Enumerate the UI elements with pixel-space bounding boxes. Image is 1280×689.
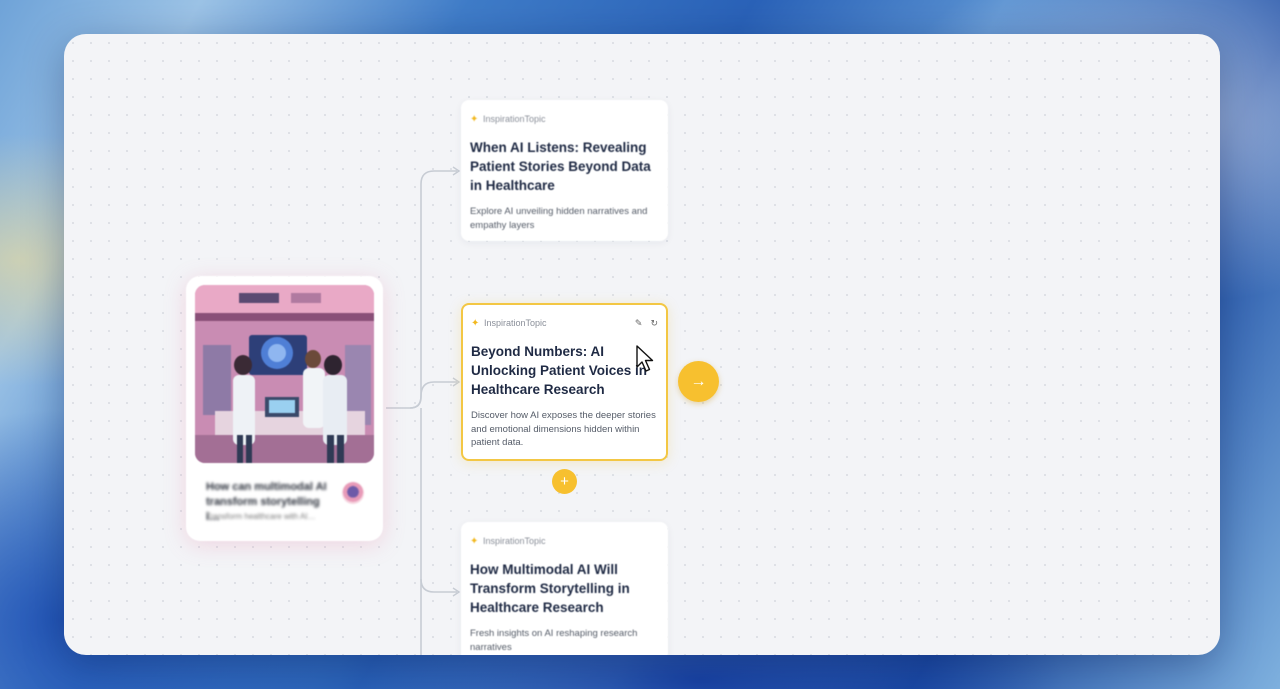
card-tag: ✦ InspirationTopic — [470, 534, 659, 548]
mouse-pointer-icon — [636, 345, 654, 372]
card-title: How Multimodal AI Will Transform Storyte… — [470, 562, 630, 615]
card-title: Beyond Numbers: AI Unlocking Patient Voi… — [471, 344, 648, 397]
next-arrow-button[interactable]: → — [678, 361, 719, 402]
card-tag: ✦ InspirationTopic ✎ ↻ — [471, 316, 658, 330]
refresh-icon[interactable]: ↻ — [650, 318, 658, 329]
card-tag-label: InspirationTopic — [483, 536, 546, 546]
connector-to-topic-3 — [420, 408, 457, 593]
topic-card-2[interactable]: ✦ InspirationTopic ✎ ↻ Beyond Numbers: A… — [461, 303, 668, 461]
connector-to-topic-2 — [409, 381, 457, 409]
card-description: Fresh insights on AI reshaping research … — [470, 628, 638, 653]
mindmap-canvas[interactable]: How can multimodal AI transform storytel… — [64, 34, 1220, 655]
edit-icon[interactable]: ✎ — [635, 318, 643, 329]
source-card[interactable]: How can multimodal AI transform storytel… — [186, 276, 383, 541]
arrow-right-icon: → — [690, 372, 707, 390]
source-illustration — [195, 285, 374, 463]
card-description: Discover how AI exposes the deeper stori… — [471, 410, 656, 448]
card-tag-label: InspirationTopic — [484, 318, 547, 328]
card-tag-label: InspirationTopic — [483, 114, 546, 124]
sparkle-icon: ✦ — [470, 535, 479, 547]
connector-trunk — [386, 170, 457, 409]
card-description: Explore AI unveiling hidden narratives a… — [470, 206, 648, 231]
card-tag: ✦ InspirationTopic — [470, 112, 659, 126]
sparkle-icon: ✦ — [470, 113, 479, 125]
card-title: When AI Listens: Revealing Patient Stori… — [470, 140, 651, 193]
topic-card-3[interactable]: ✦ InspirationTopic How Multimodal AI Wil… — [461, 522, 668, 655]
topic-card-1[interactable]: ✦ InspirationTopic When AI Listens: Reve… — [461, 100, 668, 241]
source-subtitle: Transform healthcare with AI… — [206, 512, 316, 521]
avatar — [342, 482, 364, 504]
add-topic-button[interactable]: + — [552, 469, 577, 494]
sparkle-icon: ✦ — [471, 317, 480, 329]
card-actions: ✎ ↻ — [635, 318, 658, 329]
plus-icon: + — [560, 473, 569, 490]
